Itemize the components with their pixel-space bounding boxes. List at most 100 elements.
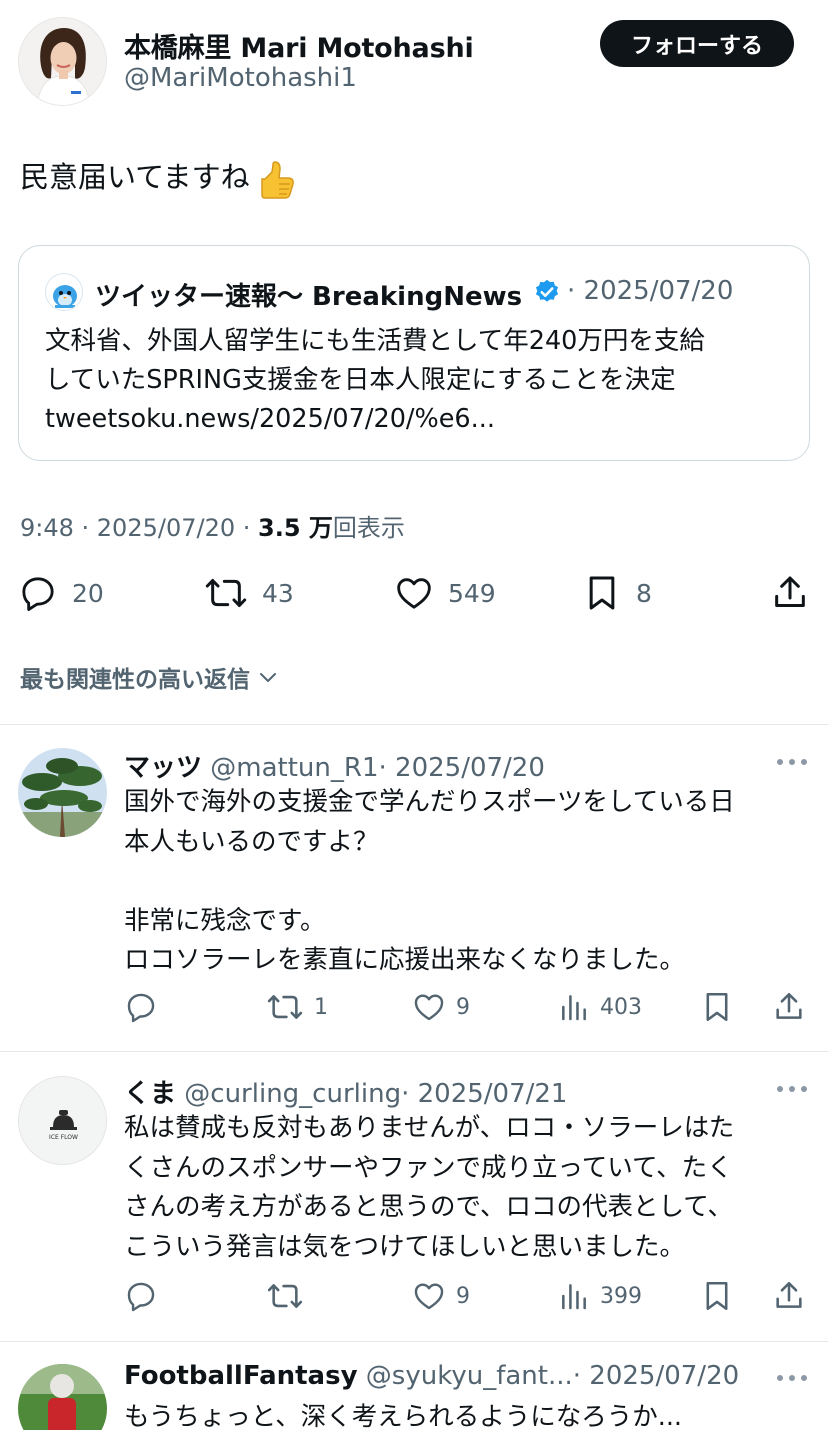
retweet-icon: [267, 1284, 303, 1308]
reply-date[interactable]: · 2025/07/20: [573, 1361, 739, 1391]
thumbs-up-emoji-icon: [252, 157, 296, 201]
author-name[interactable]: 本橋麻里 Mari Motohashi: [124, 26, 474, 65]
quoted-author-name: ツイッター速報〜 BreakingNews: [95, 282, 523, 312]
reply-header: FootballFantasy @syukyu_fant...· 2025/07…: [124, 1361, 739, 1391]
verified-badge-icon: [533, 278, 561, 306]
divider: [0, 1341, 828, 1342]
analytics-icon: [562, 995, 586, 1021]
quoted-text-line: 文科省、外国人留学生にも生活費として年240万円を支給: [45, 326, 705, 356]
reply-views-button[interactable]: 399: [558, 1279, 642, 1313]
reply-text: 私は賛成も反対もありませんが、ロコ・ソラーレはた くさんのスポンサーやファンで成…: [124, 1109, 734, 1267]
reply-date[interactable]: · 2025/07/21: [401, 1079, 567, 1109]
reply-text-line: さんの考え方があると思うので、ロコの代表として、: [124, 1192, 733, 1222]
reply-like-count: 9: [456, 994, 470, 1020]
heart-icon: [414, 994, 444, 1021]
like-count: 549: [448, 578, 496, 608]
reply-author-handle[interactable]: @syukyu_fant...: [366, 1361, 573, 1391]
reply-text-line: もうちょっと、深く考えられるようになろうか...: [124, 1402, 683, 1430]
post-text-content: 民意届いてますね: [20, 160, 250, 194]
reply-avatar[interactable]: [18, 748, 107, 837]
reply-text-line: 私は賛成も反対もありませんが、ロコ・ソラーレはた: [124, 1113, 735, 1143]
reply-avatar[interactable]: [18, 1364, 107, 1430]
reply-avatar[interactable]: ICE FLOW: [18, 1076, 107, 1165]
reply-text-line: こういう発言は気をつけてほしいと思いました。: [124, 1231, 686, 1262]
reply-like-button[interactable]: 9: [412, 1279, 470, 1313]
author-handle[interactable]: @MariMotohashi1: [124, 63, 357, 93]
quoted-post-card[interactable]: ツイッター速報〜 BreakingNews · 2025/07/20 文科省、外…: [18, 245, 810, 461]
quoted-link[interactable]: tweetsoku.news/2025/07/20/%e6...: [45, 400, 805, 439]
reply-date[interactable]: · 2025/07/20: [379, 753, 545, 783]
reply-author-handle[interactable]: @mattun_R1: [210, 753, 378, 783]
ice-flow-logo-text: ICE FLOW: [49, 1134, 78, 1141]
heart-icon: [414, 1283, 444, 1310]
reply-like-button[interactable]: 9: [412, 990, 470, 1024]
retweet-icon: [267, 995, 303, 1019]
reply-share-button[interactable]: [772, 1279, 806, 1313]
share-icon: [776, 1281, 802, 1308]
reply-text-line: 非常に残念です。: [124, 905, 326, 936]
reply-share-button[interactable]: [772, 990, 806, 1024]
reply-action-bar: 9 399: [0, 1279, 828, 1319]
quoted-avatar[interactable]: [45, 273, 83, 311]
reply-reply-button[interactable]: [124, 1279, 168, 1313]
reply-text: 国外で海外の支援金で学んだりスポーツをしている日 本人もいるのですよ？ 非常に残…: [124, 783, 735, 981]
bookmark-button[interactable]: 8: [582, 573, 652, 613]
share-icon: [776, 992, 802, 1019]
reply-author-name[interactable]: くま: [124, 1079, 176, 1109]
follow-button[interactable]: フォローする: [600, 20, 794, 67]
reply-retweet-button[interactable]: 1: [266, 990, 328, 1024]
view-count-suffix: 回表示: [332, 514, 405, 542]
post-meta: 9:48 · 2025/07/20 · 3.5 万回表示: [20, 508, 405, 543]
post-action-bar: 20 43 549 8: [0, 573, 828, 613]
more-options-icon[interactable]: [776, 757, 808, 767]
heart-icon: [397, 578, 431, 609]
reply-reply-button[interactable]: [124, 990, 168, 1024]
reply-text-line: ロコソラーレを素直に応援出来なくなりました。: [124, 945, 686, 975]
reply-icon: [127, 1282, 155, 1312]
reply-author-name[interactable]: FootballFantasy: [124, 1361, 358, 1391]
bookmark-icon: [706, 992, 728, 1022]
reply-header: くま @curling_curling· 2025/07/21: [124, 1073, 567, 1110]
divider: [0, 724, 828, 725]
reply-author-name[interactable]: マッツ: [124, 753, 202, 783]
reply-icon: [22, 577, 54, 611]
retweet-icon: [205, 579, 247, 607]
view-count: 3.5 万: [258, 514, 333, 542]
reply-view-count: 399: [600, 1283, 642, 1309]
reply-icon: [127, 993, 155, 1023]
reply-text-line: 本人もいるのですよ？: [124, 826, 379, 857]
bookmark-icon: [706, 1281, 728, 1311]
reply-retweet-button[interactable]: [266, 1279, 314, 1313]
reply-button[interactable]: 20: [18, 573, 104, 613]
reply-action-bar: 1 9 403: [0, 990, 828, 1030]
more-options-icon[interactable]: [776, 1373, 808, 1383]
bookmark-icon: [589, 576, 615, 610]
author-avatar[interactable]: [18, 17, 107, 106]
quoted-text: 文科省、外国人留学生にも生活費として年240万円を支給 していたSPRING支援…: [45, 322, 805, 439]
quoted-text-line: していたSPRING支援金を日本人限定にすることを決定: [45, 365, 676, 395]
share-button[interactable]: [770, 573, 810, 613]
bookmark-count: 8: [636, 578, 652, 608]
reply-views-button[interactable]: 403: [558, 990, 642, 1024]
reply-header: マッツ @mattun_R1· 2025/07/20: [124, 747, 545, 784]
reply-text-line: [124, 862, 735, 902]
reply-sort-label: 最も関連性の高い返信: [20, 667, 250, 693]
quoted-date: · 2025/07/20: [567, 276, 734, 306]
reply-bookmark-button[interactable]: [700, 1279, 734, 1313]
reply-author-handle[interactable]: @curling_curling: [184, 1079, 401, 1109]
reply-text-line: 国外で海外の支援金で学んだりスポーツをしている日: [124, 787, 735, 817]
reply-like-count: 9: [456, 1283, 470, 1309]
like-button[interactable]: 549: [394, 573, 496, 613]
divider: [0, 1051, 828, 1052]
retweet-button[interactable]: 43: [204, 573, 294, 613]
reply-text-line: くさんのスポンサーやファンで成り立っていて、たく: [124, 1152, 733, 1183]
reply-bookmark-button[interactable]: [700, 990, 734, 1024]
post-timestamp[interactable]: 9:48 · 2025/07/20 ·: [20, 514, 258, 542]
reply-sort-dropdown[interactable]: 最も関連性の高い返信: [20, 660, 280, 694]
more-options-icon[interactable]: [776, 1084, 808, 1094]
retweet-count: 43: [262, 578, 294, 608]
reply-text: もうちょっと、深く考えられるようになろうか...: [124, 1398, 682, 1430]
reply-view-count: 403: [600, 994, 642, 1020]
analytics-icon: [562, 1284, 586, 1310]
chevron-down-icon: [260, 673, 276, 682]
